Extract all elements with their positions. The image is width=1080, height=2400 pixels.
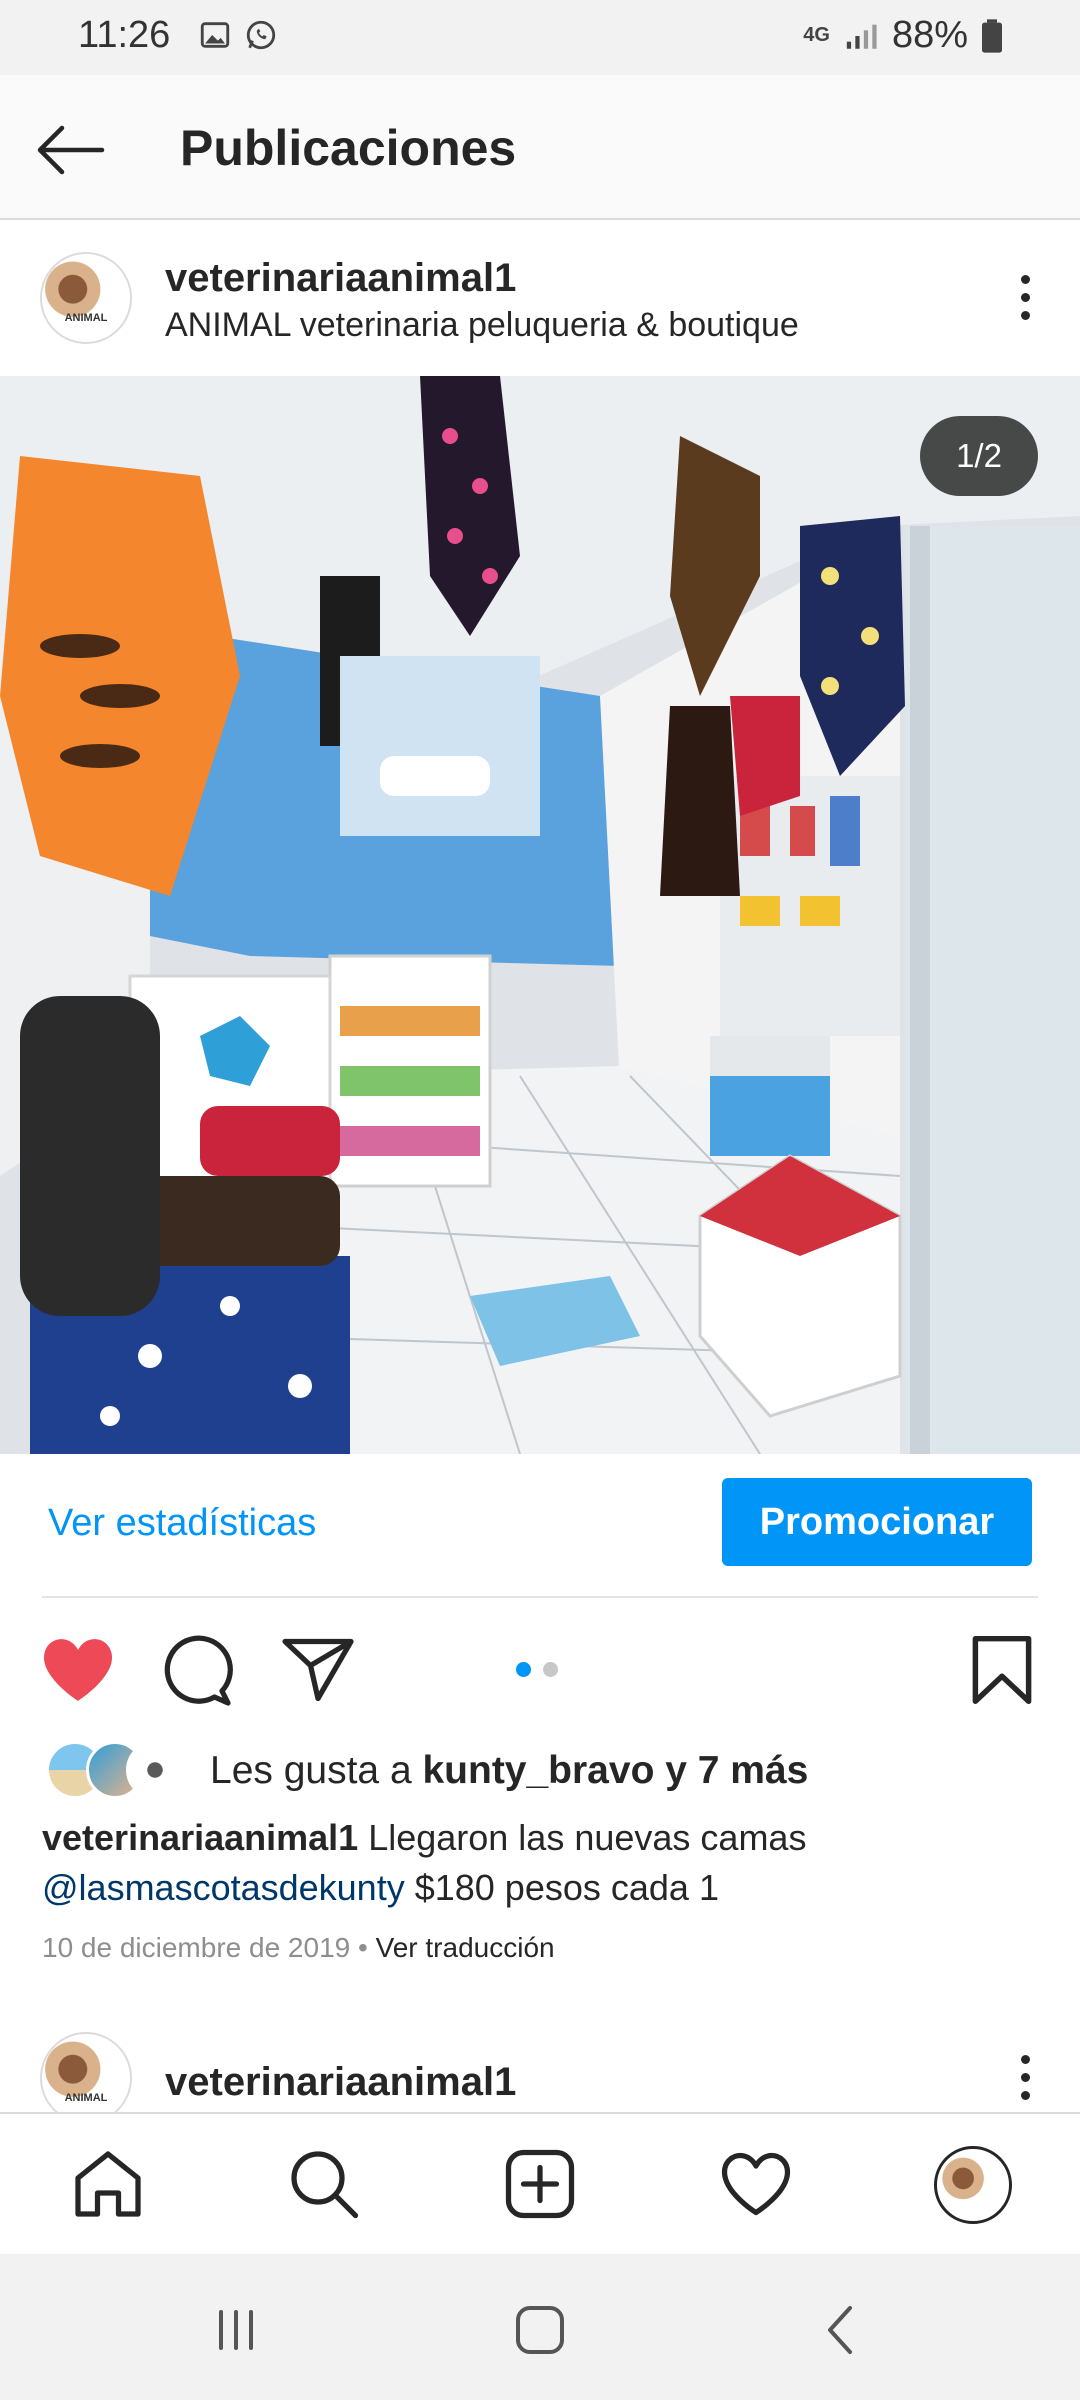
carousel-dot-active [516, 1662, 531, 1677]
comment-icon [164, 1635, 233, 1706]
post-username[interactable]: veterinariaanimal1 [165, 256, 516, 301]
see-translation-link[interactable]: Ver traducción [376, 1932, 555, 1963]
paper-plane-icon [282, 1638, 354, 1702]
likes-others[interactable]: y 7 más [654, 1749, 808, 1792]
post-avatar[interactable]: ANIMAL [40, 252, 132, 344]
likes-summary: Les gusta a kunty_bravo y 7 más [210, 1749, 808, 1793]
next-more-options-button[interactable] [1000, 2042, 1050, 2112]
search-icon [291, 2151, 359, 2219]
promote-button[interactable]: Promocionar [722, 1478, 1032, 1566]
battery-percent: 88% [891, 14, 968, 56]
next-post-avatar[interactable]: ANIMAL [40, 2032, 132, 2124]
post-meta: 10 de diciembre de 2019 • Ver traducción [42, 1932, 555, 1964]
nav-activity[interactable] [716, 2144, 796, 2224]
nav-profile[interactable] [934, 2146, 1012, 2224]
next-post-username[interactable]: veterinariaanimal1 [165, 2060, 516, 2105]
notification-icons [198, 18, 278, 52]
more-options-button[interactable] [1000, 262, 1050, 332]
system-status: 4G 88% [803, 14, 1002, 57]
heart-outline-icon [721, 2152, 791, 2216]
bookmark-icon [972, 1635, 1032, 1705]
back-system-button[interactable] [800, 2290, 880, 2370]
post-header: ANIMAL veterinariaanimal1 ANIMAL veterin… [0, 222, 1080, 376]
arrow-left-icon [37, 125, 105, 175]
bottom-navigation [0, 2112, 1080, 2254]
status-bar: 11:26 4G 88% [0, 0, 1080, 75]
system-navigation-bar [0, 2254, 1080, 2400]
post-caption: veterinariaanimal1 Llegaron las nuevas c… [42, 1813, 1042, 1913]
home-square-icon [516, 2306, 564, 2354]
likes-row[interactable]: Les gusta a kunty_bravo y 7 más [0, 1735, 1080, 1805]
post-date: 10 de diciembre de 2019 [42, 1932, 351, 1963]
nav-search[interactable] [284, 2144, 364, 2224]
post-actions [0, 1600, 1080, 1730]
status-time: 11:26 [78, 14, 171, 56]
network-type-label: 4G [803, 24, 830, 46]
carousel-counter: 1/2 [920, 416, 1038, 496]
likes-prefix: Les gusta a [210, 1749, 423, 1792]
like-button[interactable] [38, 1630, 118, 1710]
page-title: Publicaciones [180, 120, 517, 176]
heart-filled-icon [44, 1639, 112, 1701]
battery-icon [982, 18, 1002, 53]
divider [42, 1596, 1038, 1598]
caption-mention[interactable]: @lasmascotasdekunty [42, 1867, 405, 1908]
next-post-header: ANIMAL veterinariaanimal1 [0, 2030, 1080, 2124]
top-app-bar: Publicaciones [0, 75, 1080, 220]
plus-square-icon [505, 2149, 575, 2219]
caption-username[interactable]: veterinariaanimal1 [42, 1817, 358, 1858]
recents-icon [219, 2310, 253, 2350]
save-button[interactable] [962, 1630, 1042, 1710]
nav-home[interactable] [68, 2144, 148, 2224]
post-photo[interactable]: 1/2 [0, 376, 1080, 1454]
shop-interior-illustration [0, 376, 1080, 1454]
meta-separator: • [350, 1932, 376, 1963]
gallery-notification-icon [200, 22, 230, 48]
home-system-button[interactable] [500, 2290, 580, 2370]
post-location[interactable]: ANIMAL veterinaria peluqueria & boutique [165, 306, 799, 345]
liker-avatar [126, 1741, 184, 1799]
chevron-left-icon [828, 2306, 852, 2354]
recent-apps-button[interactable] [196, 2290, 276, 2370]
home-icon [75, 2151, 141, 2217]
back-button[interactable] [30, 115, 110, 185]
caption-text: Llegaron las nuevas camas [358, 1817, 807, 1858]
avatar-logo-text: ANIMAL [64, 312, 108, 324]
comment-button[interactable] [158, 1630, 238, 1710]
share-button[interactable] [278, 1630, 358, 1710]
carousel-dots [516, 1662, 558, 1677]
avatar-logo-text: ANIMAL [64, 2092, 108, 2104]
liker-avatars [46, 1741, 196, 1799]
profile-avatar-icon [940, 2152, 1006, 2218]
nav-create[interactable] [500, 2144, 580, 2224]
signal-icon [846, 24, 877, 49]
carousel-dot [543, 1662, 558, 1677]
caption-text-2: $180 pesos cada 1 [404, 1867, 719, 1908]
insights-row: Ver estadísticas Promocionar [0, 1454, 1080, 1596]
whatsapp-notification-icon [246, 20, 276, 50]
likes-username[interactable]: kunty_bravo [422, 1749, 654, 1792]
view-insights-link[interactable]: Ver estadísticas [48, 1502, 316, 1545]
